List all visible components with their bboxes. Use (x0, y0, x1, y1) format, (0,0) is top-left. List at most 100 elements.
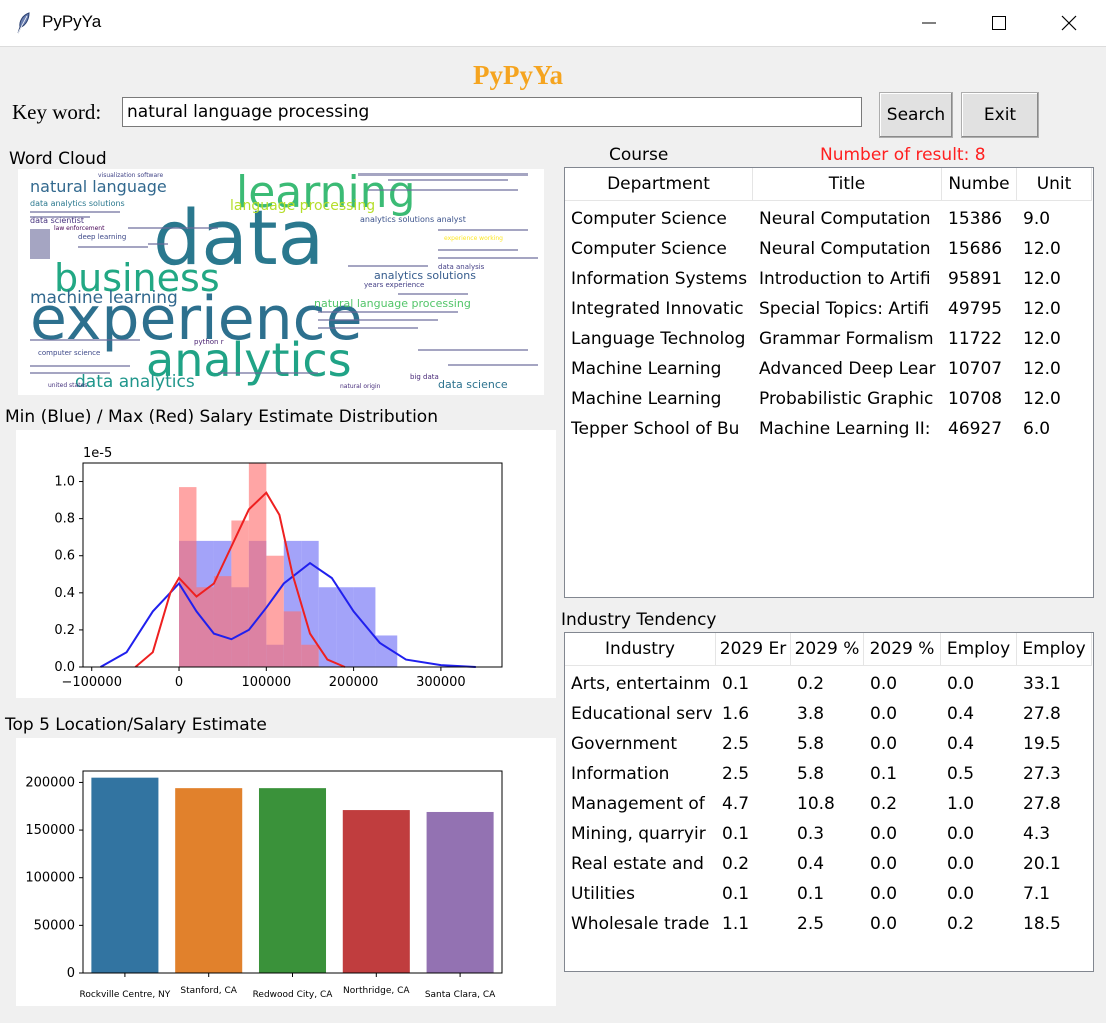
keyword-input[interactable] (122, 97, 862, 127)
wordcloud-word: data analytics (75, 372, 195, 392)
minimize-icon (922, 22, 936, 24)
wordcloud-word: years experience (364, 281, 424, 289)
column-header[interactable]: Employ (941, 633, 1017, 666)
x-axis-ticks: Rockville Centre, NY Stanford, CA Redwood … (80, 973, 496, 1000)
industry-row[interactable]: Arts, entertainm 0.1 0.2 0.0 0.0 33.1 (565, 669, 1093, 699)
table-cell: 0.1 (722, 674, 750, 694)
table-cell: 0.0 (870, 854, 898, 874)
course-row[interactable]: Tepper School of Bu Machine Learning II: 4… (565, 414, 1093, 444)
table-cell: 0.2 (797, 674, 825, 694)
y-tick-label: 0.8 (54, 512, 75, 527)
minimize-button[interactable] (906, 0, 952, 46)
table-cell: 0.0 (870, 734, 898, 754)
table-cell: 0.2 (947, 914, 975, 934)
industry-row[interactable]: Management of 4.7 10.8 0.2 1.0 27.8 (565, 789, 1093, 819)
table-cell: 7.1 (1023, 884, 1051, 904)
column-header[interactable]: Numbe (942, 168, 1017, 201)
course-row[interactable]: Language Technolog Grammar Formalism 11722… (565, 324, 1093, 354)
table-cell: 46927 (948, 419, 1003, 439)
industry-row[interactable]: Wholesale trade 1.1 2.5 0.0 0.2 18.5 (565, 909, 1093, 939)
x-axis-ticks: −100000 0 100000 200000 300000 (61, 667, 466, 690)
industry-row[interactable]: Utilities 0.1 0.1 0.0 0.0 7.1 (565, 879, 1093, 909)
table-cell: 0.1 (722, 824, 750, 844)
industry-row[interactable]: Government 2.5 5.8 0.0 0.4 19.5 (565, 729, 1093, 759)
table-cell: Government (571, 734, 678, 754)
wordcloud-word: language processing (230, 198, 375, 214)
table-cell: Grammar Formalism (759, 329, 934, 349)
industry-row[interactable]: Mining, quarryir 0.1 0.3 0.0 0.0 4.3 (565, 819, 1093, 849)
table-cell: 9.0 (1023, 209, 1051, 229)
course-row[interactable]: Machine Learning Advanced Deep Lear 10707 1… (565, 354, 1093, 384)
table-cell: 33.1 (1023, 674, 1061, 694)
industry-table[interactable]: Industry 2029 Er 2029 % 2029 % Employ Employ A… (564, 632, 1094, 972)
histogram-bar (213, 576, 232, 667)
course-row[interactable]: Computer Science Neural Computation 15686 1… (565, 234, 1093, 264)
search-button[interactable]: Search (879, 92, 953, 138)
table-cell: 1.6 (722, 704, 750, 724)
table-cell: Neural Computation (759, 209, 931, 229)
maximize-button[interactable] (976, 0, 1022, 46)
exit-button[interactable]: Exit (961, 92, 1039, 138)
x-tick-label: Northridge, CA (343, 986, 410, 996)
course-row[interactable]: Computer Science Neural Computation 15386 9… (565, 204, 1093, 234)
column-header[interactable]: Employ (1017, 633, 1092, 666)
column-header[interactable]: 2029 Er (716, 633, 791, 666)
column-header[interactable]: 2029 % (864, 633, 941, 666)
x-tick-label: 300000 (416, 675, 466, 690)
result-count-label: Number of result: 8 (820, 145, 986, 165)
table-cell: Tepper School of Bu (571, 419, 740, 439)
column-header[interactable]: Department (565, 168, 753, 201)
wordcloud-word: python r (194, 338, 224, 346)
industry-label: Industry Tendency (561, 610, 717, 630)
table-cell: 0.0 (870, 674, 898, 694)
table-cell: Special Topics: Artifi (759, 299, 930, 319)
table-cell: Integrated Innovatic (571, 299, 744, 319)
wordcloud-word: law enforcement (54, 225, 105, 232)
y-tick-label: 0.0 (54, 660, 75, 675)
app-title: PyPyYa (473, 60, 563, 90)
table-cell: 18.5 (1023, 914, 1061, 934)
industry-row[interactable]: Real estate and 0.2 0.4 0.0 0.0 20.1 (565, 849, 1093, 879)
column-header[interactable]: Title (753, 168, 942, 201)
course-row[interactable]: Information Systems Introduction to Artif… (565, 264, 1093, 294)
table-cell: 4.3 (1023, 824, 1051, 844)
table-cell: Introduction to Artifi (759, 269, 931, 289)
course-row[interactable]: Integrated Innovatic Special Topics: Arti… (565, 294, 1093, 324)
industry-row[interactable]: Information 2.5 5.8 0.1 0.5 27.3 (565, 759, 1093, 789)
column-header[interactable]: Industry (565, 633, 716, 666)
wordcloud-word: data science (438, 378, 508, 391)
close-button[interactable] (1046, 0, 1092, 46)
course-row[interactable]: Machine Learning Probabilistic Graphic 107… (565, 384, 1093, 414)
table-cell: 0.0 (947, 884, 975, 904)
feather-icon (17, 12, 30, 34)
x-tick-label: Stanford, CA (180, 986, 237, 996)
x-tick-label: Santa Clara, CA (425, 990, 496, 1000)
wordcloud-label: Word Cloud (9, 149, 107, 169)
industry-row[interactable]: Educational serv 1.6 3.8 0.0 0.4 27.8 (565, 699, 1093, 729)
table-cell: 49795 (948, 299, 1003, 319)
table-cell: 0.4 (947, 704, 975, 724)
column-header[interactable]: 2029 % (791, 633, 864, 666)
y-axis-ticks: 0.0 0.2 0.4 0.6 0.8 1.0 (54, 475, 83, 675)
location-bars (91, 777, 494, 973)
table-cell: 0.1 (722, 884, 750, 904)
course-table[interactable]: Department Title Numbe Unit Computer Science… (564, 167, 1094, 598)
table-cell: 2.5 (722, 734, 750, 754)
histogram-bar (266, 555, 284, 667)
table-cell: Educational serv (571, 704, 713, 724)
wordcloud-word: data analytics solutions (30, 199, 125, 208)
x-tick-label: 200000 (329, 675, 379, 690)
table-cell: 0.2 (870, 794, 898, 814)
table-cell: Utilities (571, 884, 635, 904)
y-tick-label: 0 (67, 966, 75, 981)
wordcloud-word: experience working (444, 235, 503, 242)
table-cell: 12.0 (1023, 239, 1061, 259)
wordcloud-word: united states (48, 382, 87, 389)
y-tick-label: 100000 (25, 871, 75, 886)
location-bar (91, 777, 159, 973)
table-cell: Arts, entertainm (571, 674, 711, 694)
table-cell: 27.8 (1023, 704, 1061, 724)
table-cell: 19.5 (1023, 734, 1061, 754)
table-cell: 5.8 (797, 734, 825, 754)
column-header[interactable]: Unit (1017, 168, 1092, 201)
